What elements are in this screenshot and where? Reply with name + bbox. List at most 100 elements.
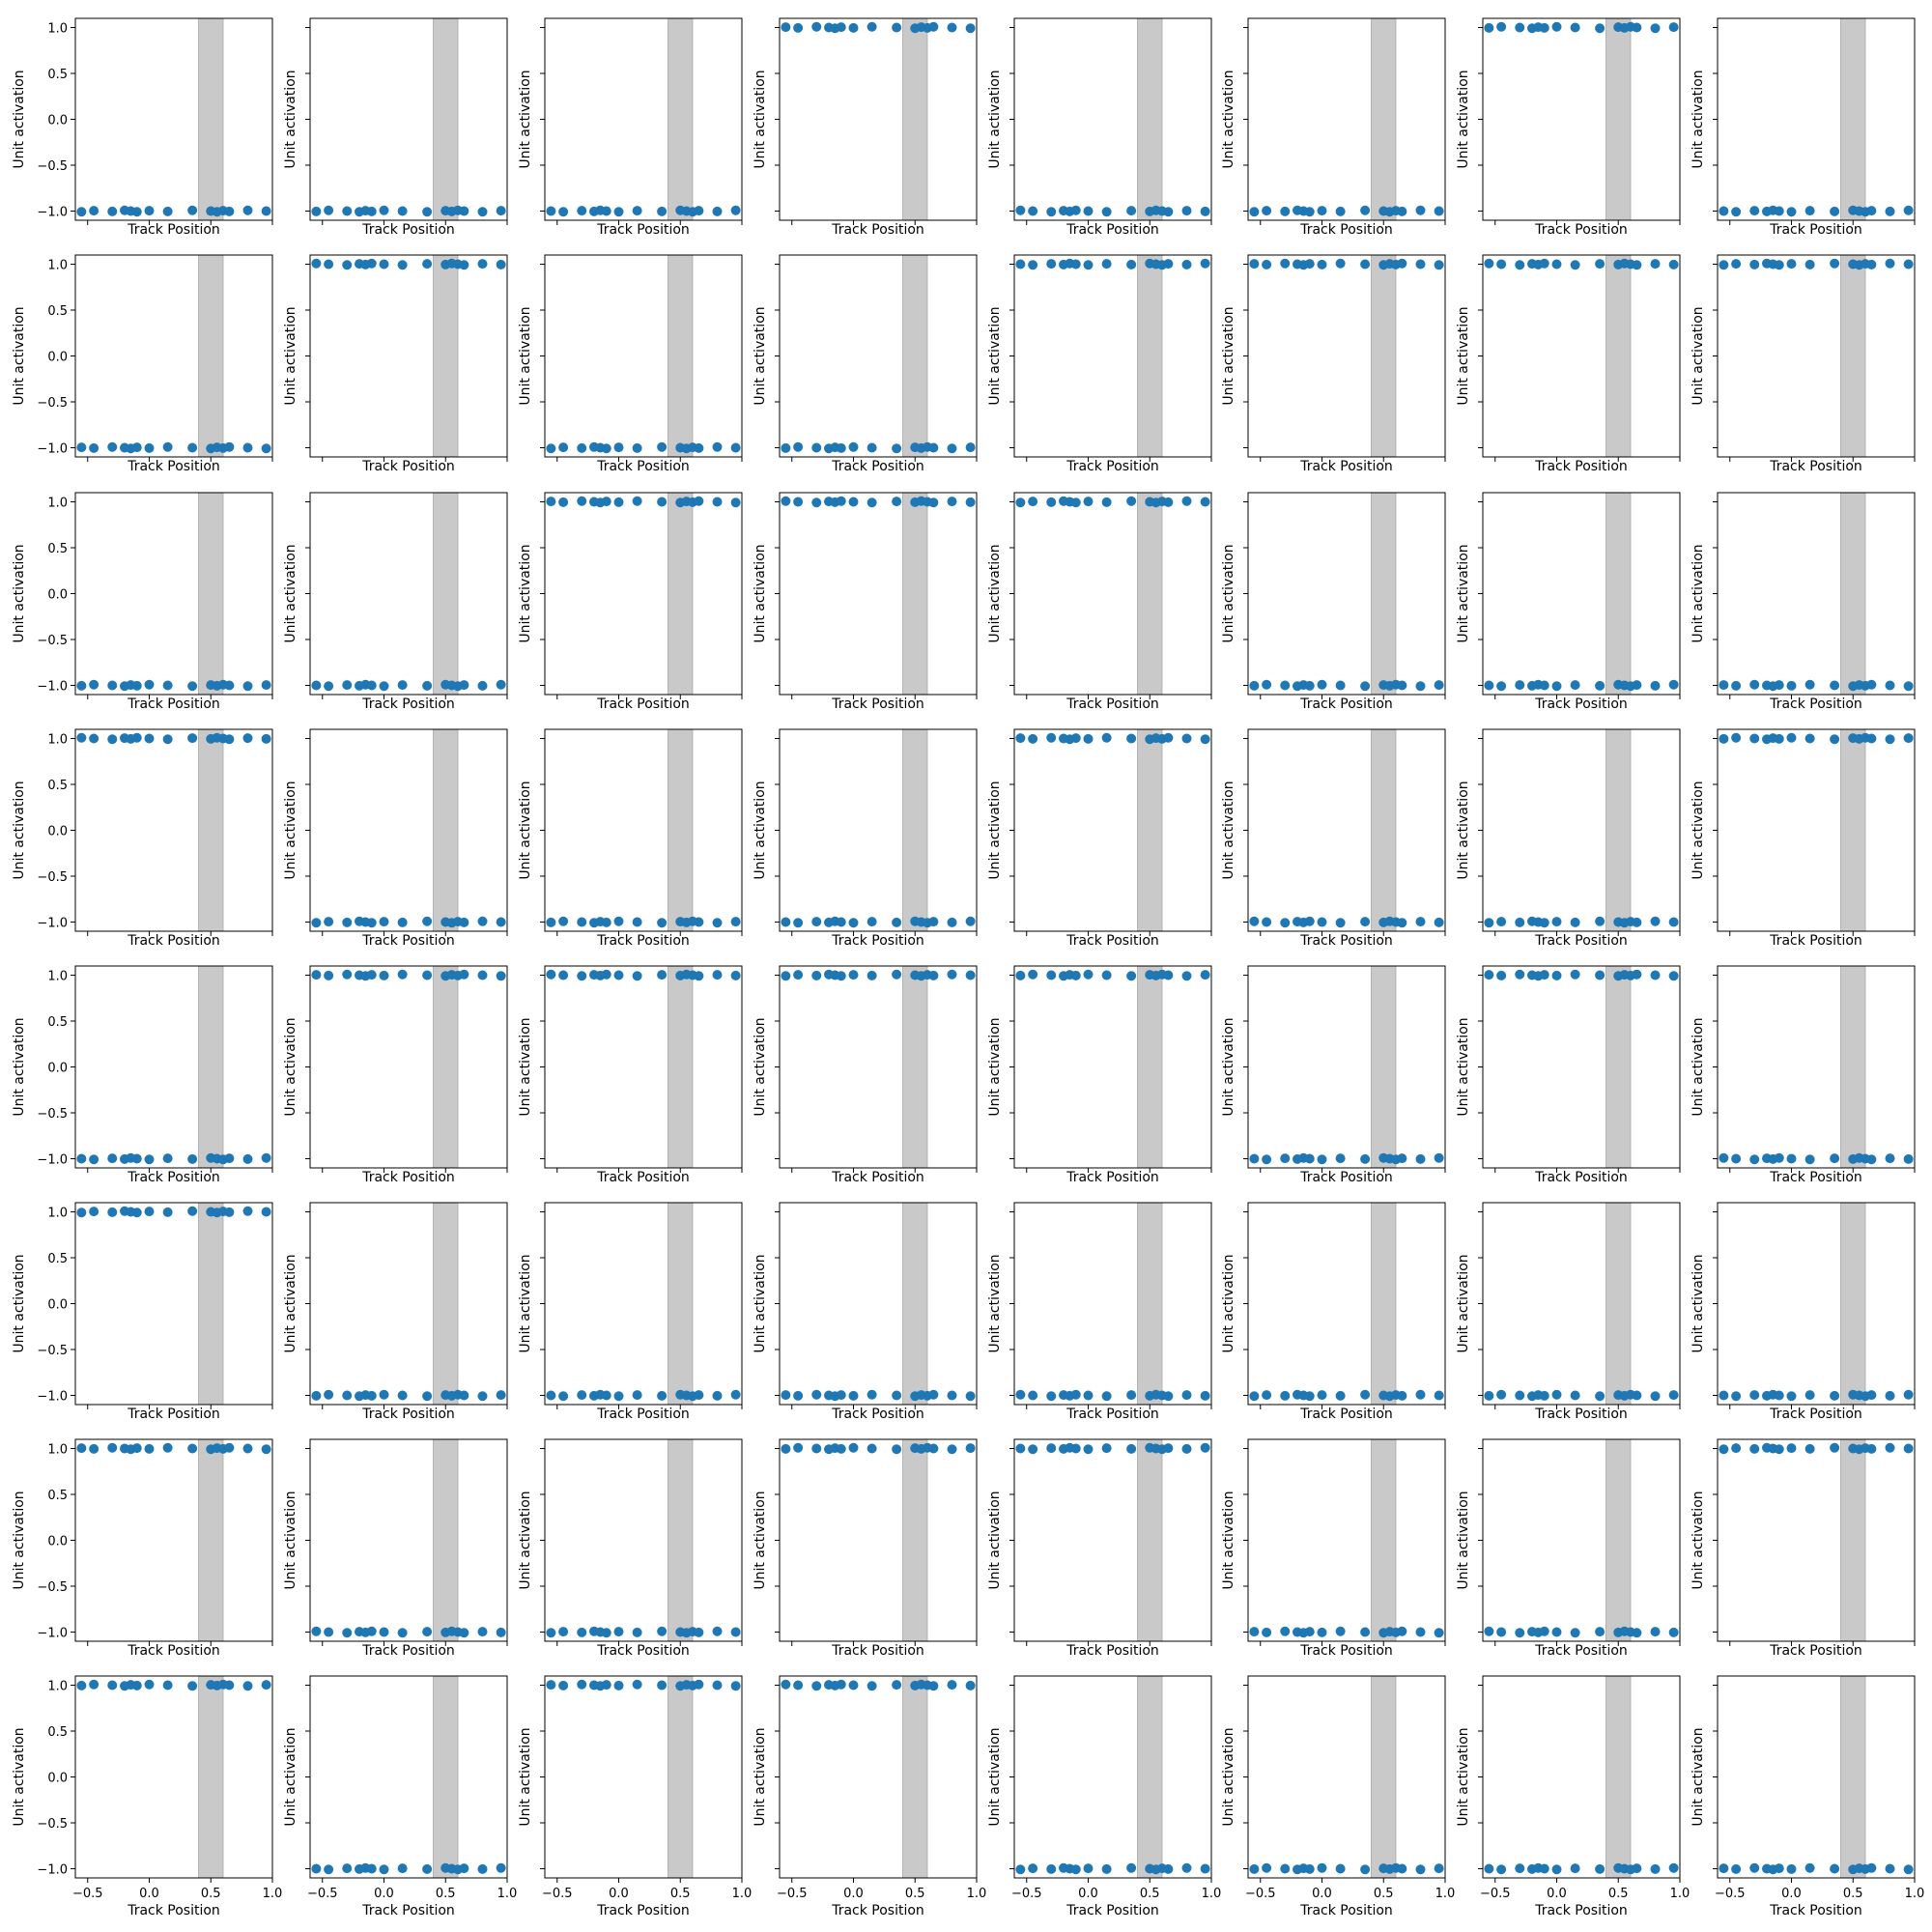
data-point [601, 917, 611, 927]
data-point [965, 1391, 976, 1402]
data-point [1515, 260, 1525, 270]
data-point [1304, 680, 1315, 691]
data-point [657, 918, 668, 928]
data-point [1304, 1627, 1315, 1637]
data-point [836, 917, 846, 927]
data-point [1496, 259, 1507, 270]
data-point [1262, 679, 1272, 690]
data-point [162, 1680, 173, 1690]
data-point [1335, 206, 1346, 216]
data-point [712, 1680, 723, 1690]
data-point [242, 1681, 253, 1691]
data-point [1804, 206, 1815, 216]
shaded-region [668, 728, 694, 932]
data-point [1595, 1391, 1605, 1402]
data-point [577, 496, 587, 506]
x-axis-label: Track Position [361, 696, 455, 712]
data-point [107, 680, 118, 691]
plot-area [1248, 1439, 1445, 1641]
data-point [496, 1627, 506, 1637]
data-point [1786, 1863, 1797, 1874]
data-point [224, 206, 235, 216]
x-axis-label: Track Position [1065, 222, 1159, 238]
data-point [459, 969, 469, 980]
data-point [546, 1628, 556, 1638]
x-tick-label: 0.5 [905, 1887, 925, 1901]
data-point [1415, 259, 1426, 270]
data-point [546, 917, 556, 927]
y-axis-label: Unit activation [753, 1254, 768, 1352]
x-axis-label: Track Position [1299, 222, 1393, 238]
shaded-region [198, 1438, 224, 1642]
plot-area [780, 493, 977, 695]
data-point [224, 1207, 235, 1217]
subplot-r8-c2: −0.5 0.0 0.5 1.0 Track Position Unit activati… [283, 1675, 517, 1918]
x-axis-label: Track Position [1769, 222, 1862, 238]
data-point [1280, 206, 1291, 216]
data-point [1046, 1443, 1057, 1454]
data-point [793, 1680, 804, 1690]
data-point [1749, 1390, 1760, 1401]
x-axis-label: Track Position [1065, 696, 1159, 712]
data-point [1786, 1443, 1797, 1454]
subplot-r5-c6: Track Position Unit activation [1221, 965, 1446, 1185]
subplot-r6-c7: Track Position Unit activation [1456, 1202, 1681, 1422]
plot-area [310, 1203, 507, 1405]
data-point [546, 1680, 556, 1690]
x-axis-label: Track Position [596, 459, 690, 474]
data-point [1866, 206, 1877, 216]
y-axis-label: Unit activation [518, 70, 533, 168]
data-point [613, 970, 624, 980]
data-point [342, 917, 353, 927]
data-point [1749, 679, 1760, 690]
data-point [187, 681, 198, 692]
data-point [477, 680, 488, 691]
plot-area [545, 966, 742, 1168]
data-point [1719, 1863, 1729, 1874]
subplot-r6-c1: 1.0 0.5 0.0 −0.5 −1.0 Track Position Unit acti… [12, 1202, 273, 1422]
x-axis-label: Track Position [831, 933, 924, 949]
data-point [242, 681, 253, 692]
y-tick-label: 0.0 [47, 1298, 68, 1313]
data-point [397, 1628, 408, 1638]
plot-area [1248, 255, 1445, 457]
data-point [1046, 732, 1057, 743]
data-point [1650, 680, 1661, 691]
data-point [1046, 1391, 1057, 1402]
data-point [1415, 1389, 1426, 1400]
data-point [187, 733, 198, 744]
x-axis-label: Track Position [1065, 1170, 1159, 1185]
data-point [965, 1680, 976, 1690]
data-point [1415, 681, 1426, 692]
x-axis-label: Track Position [1065, 1406, 1159, 1422]
shaded-region [1137, 1202, 1163, 1406]
shaded-region [433, 1675, 459, 1879]
data-point [1632, 969, 1642, 980]
plot-area [1248, 729, 1445, 931]
data-point [1249, 1153, 1260, 1164]
data-point [1083, 206, 1094, 216]
shaded-region [1137, 17, 1163, 221]
data-point [187, 1206, 198, 1216]
data-point [836, 1443, 846, 1454]
y-axis-label: Unit activation [1456, 544, 1471, 642]
shaded-region [1605, 1675, 1632, 1879]
subplot-r1-c7: Track Position Unit activation [1456, 17, 1681, 238]
y-axis-label: Unit activation [1456, 1727, 1471, 1826]
x-tick-label: 1.0 [967, 1887, 987, 1901]
data-point [601, 969, 611, 980]
x-axis-label: Track Position [361, 1643, 455, 1659]
data-point [89, 1154, 99, 1165]
y-tick-label: 0.5 [47, 542, 68, 556]
data-point [1632, 1390, 1642, 1401]
data-point [1595, 970, 1605, 980]
data-point [1046, 207, 1057, 217]
data-point [459, 260, 469, 270]
y-axis-label: Unit activation [1690, 544, 1706, 642]
data-point [781, 442, 791, 453]
data-point [311, 1390, 322, 1401]
data-point [459, 1390, 469, 1401]
y-tick-label: −0.5 [37, 870, 68, 885]
subplot-r5-c7: Track Position Unit activation [1456, 965, 1681, 1185]
data-point [107, 1680, 118, 1690]
